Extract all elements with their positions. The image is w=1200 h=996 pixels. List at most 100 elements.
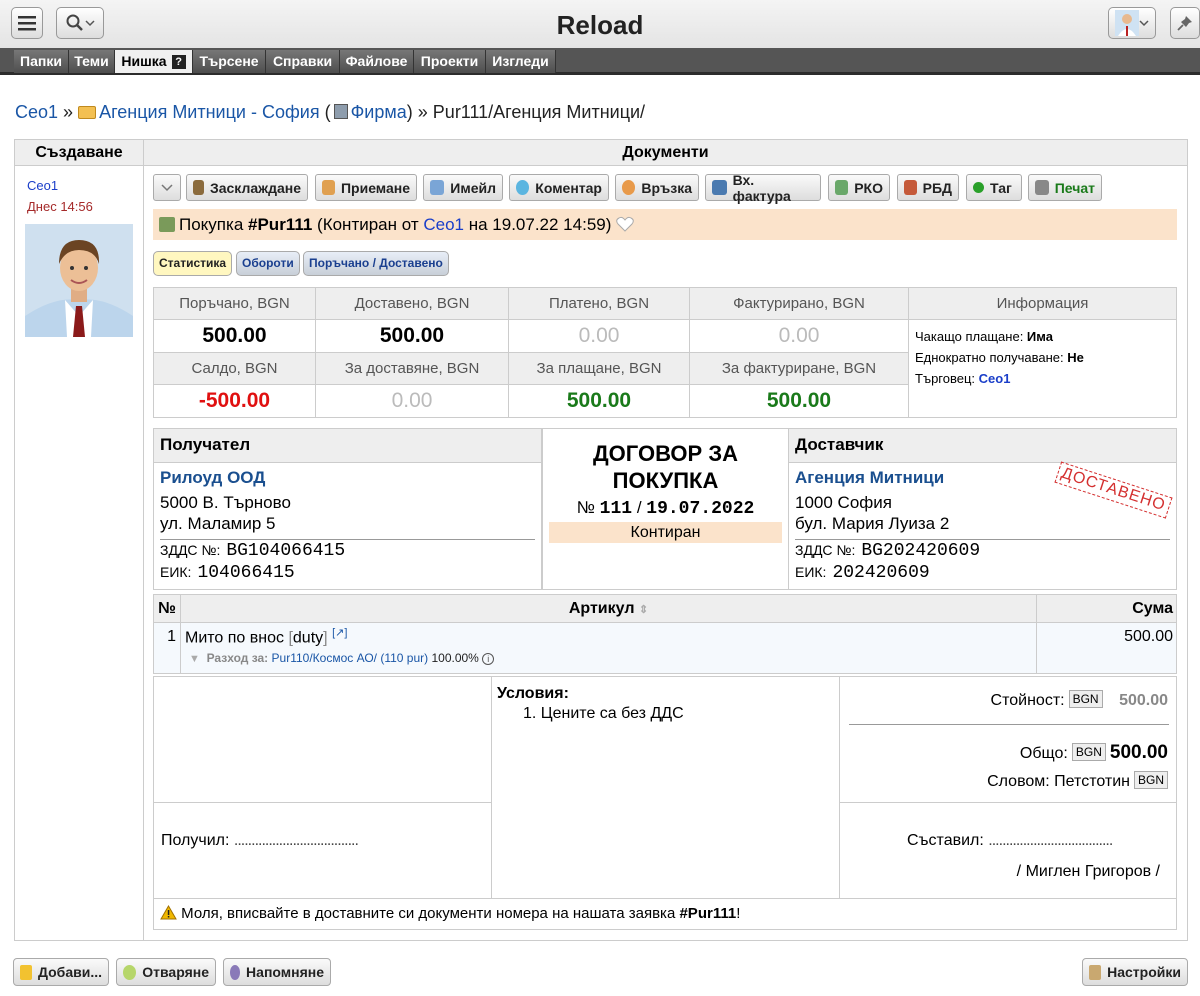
add-button[interactable]: Добави...: [13, 958, 109, 986]
doc-user-link[interactable]: Ceo1: [423, 215, 464, 234]
col-item[interactable]: Артикул ⇕: [180, 594, 1037, 623]
building-icon: [333, 104, 348, 119]
terms-title: Условия:: [497, 685, 569, 702]
doc-type: Покупка: [179, 215, 244, 234]
supplier-street: бул. Мария Луиза 2: [795, 514, 950, 533]
received-label: Получил:: [161, 832, 230, 849]
rko-button[interactable]: РКО: [828, 174, 890, 201]
stat-header: Платено, BGN: [508, 287, 690, 320]
stat-header: За плащане, BGN: [508, 352, 690, 385]
menu-folders[interactable]: Папки: [14, 50, 69, 73]
creation-time: Днес 14:56: [27, 199, 93, 214]
tab-statistics[interactable]: Статистика: [153, 251, 233, 276]
settings-label: Настройки: [1107, 964, 1181, 980]
comment-button[interactable]: Коментар: [509, 174, 609, 201]
print-label: Печат: [1054, 179, 1095, 196]
total-words: Словом: Петстотин BGN: [987, 771, 1168, 791]
contract-number: 111: [599, 499, 633, 519]
menu-reports[interactable]: Справки: [266, 50, 340, 73]
notice-text: Моля, вписвайте в доставните си документ…: [181, 905, 676, 922]
incoming-invoice-button[interactable]: Вх. фактура: [705, 172, 821, 204]
open-button[interactable]: Отваряне: [116, 958, 216, 986]
merchant-link[interactable]: Ceo1: [979, 371, 1011, 386]
contract-number-line: № 111 / 19.07.2022: [543, 498, 788, 519]
expense-link[interactable]: Pur110/Космос АО/ (110 pur): [272, 651, 429, 665]
caret-down-icon[interactable]: ▼: [189, 653, 200, 665]
breadcrumb-user[interactable]: Ceo1: [15, 102, 58, 122]
help-icon[interactable]: ?: [171, 55, 186, 69]
external-link-icon[interactable]: [↗]: [332, 627, 347, 639]
reminder-label: Напомняне: [246, 964, 324, 980]
menu-thread[interactable]: Нишка?: [115, 50, 193, 73]
menu-projects[interactable]: Проекти: [414, 50, 486, 73]
pin-button[interactable]: [1170, 7, 1200, 39]
rko-label: РКО: [854, 179, 883, 196]
breadcrumb-firm[interactable]: Фирма: [351, 102, 407, 122]
tab-turnovers[interactable]: Обороти: [236, 251, 300, 276]
col-sum: Сума: [1036, 594, 1177, 623]
email-label: Имейл: [450, 179, 496, 196]
email-button[interactable]: Имейл: [423, 174, 503, 201]
menu-files[interactable]: Файлове: [340, 50, 414, 73]
breadcrumb: Ceo1 » Агенция Митници - София (Фирма) »…: [15, 102, 645, 123]
info-value: Има: [1026, 329, 1053, 344]
settings-button[interactable]: Настройки: [1082, 958, 1188, 986]
menu-topics[interactable]: Теми: [69, 50, 115, 73]
eik-value: 104066415: [197, 563, 295, 583]
composer-name: / Миглен Григоров /: [1016, 863, 1160, 880]
expense-percent: 100.00%: [431, 651, 479, 666]
creator-user[interactable]: Ceo1: [27, 175, 143, 196]
recipient-name[interactable]: Рилоуд ООД: [160, 468, 541, 488]
creation-header: Създаване: [15, 140, 143, 166]
sort-icon[interactable]: ⇕: [639, 604, 648, 616]
receive-button[interactable]: Приемане: [315, 174, 417, 201]
link-button[interactable]: Връзка: [615, 174, 699, 201]
printer-icon: [1035, 180, 1049, 195]
reminder-button[interactable]: Напомняне: [223, 958, 331, 986]
terms-item: 1. Цените са без ДДС: [523, 705, 684, 722]
recipient-address: 5000 В. Търново: [160, 493, 291, 512]
contract-date: 19.07.2022: [646, 499, 755, 519]
supplier-vat: ЗДДС №: BG202420609: [795, 540, 1176, 562]
composed-label: Съставил:: [907, 832, 984, 849]
rbd-button[interactable]: РБД: [897, 174, 959, 201]
info-label: Еднократно получаване: [915, 350, 1060, 365]
totals: Стойност: BGN 500.00: [991, 690, 1168, 710]
item-name[interactable]: Мито по внос: [185, 629, 284, 646]
total-label: Общо:: [1019, 745, 1068, 762]
info-label: Търговец: [915, 371, 972, 386]
info-panel: Чакащо плащане: Има Еднократно получаван…: [908, 319, 1177, 418]
total-amount: 500.00: [1109, 742, 1168, 763]
lightbulb-icon: [123, 964, 137, 980]
bank-icon: [904, 180, 917, 195]
received-signature: Получил: ...............................…: [161, 832, 359, 850]
value-label: Стойност:: [990, 692, 1065, 709]
signature-line: ....................................: [233, 832, 359, 849]
tab-ordered-delivered[interactable]: Поръчано / Доставено: [303, 251, 449, 276]
stat-header: Поръчано, BGN: [153, 287, 316, 320]
menu-search[interactable]: Търсене: [193, 50, 266, 73]
info-icon[interactable]: i: [482, 653, 495, 666]
menu-views[interactable]: Изгледи: [486, 50, 556, 73]
tag-label: Таг: [990, 179, 1012, 196]
composed-signature: Съставил: ..............................…: [907, 832, 1113, 850]
tag-button[interactable]: Таг: [966, 174, 1022, 201]
print-button[interactable]: Печат: [1028, 174, 1102, 201]
stat-header: Фактурирано, BGN: [689, 287, 909, 320]
breadcrumb-sep: »: [63, 102, 74, 122]
profile-button[interactable]: [1108, 7, 1156, 39]
more-options-button[interactable]: [153, 174, 181, 201]
storage-button[interactable]: Засклаждане: [186, 174, 308, 201]
stat-header: За фактуриране, BGN: [689, 352, 909, 385]
top-bar: Reload: [0, 0, 1200, 48]
comment-label: Коментар: [535, 179, 602, 196]
eik-value: 202420609: [832, 563, 930, 583]
purchase-icon: [159, 217, 175, 232]
breadcrumb-folder[interactable]: Агенция Митници - София: [99, 102, 320, 122]
app-title: Reload: [556, 10, 644, 40]
heart-icon[interactable]: [616, 216, 634, 232]
words-label: Словом: Петстотин: [987, 773, 1130, 790]
chevron-down-icon: [1139, 20, 1149, 27]
info-label: Чакащо плащане: [915, 329, 1020, 344]
cash-icon: [835, 180, 849, 195]
